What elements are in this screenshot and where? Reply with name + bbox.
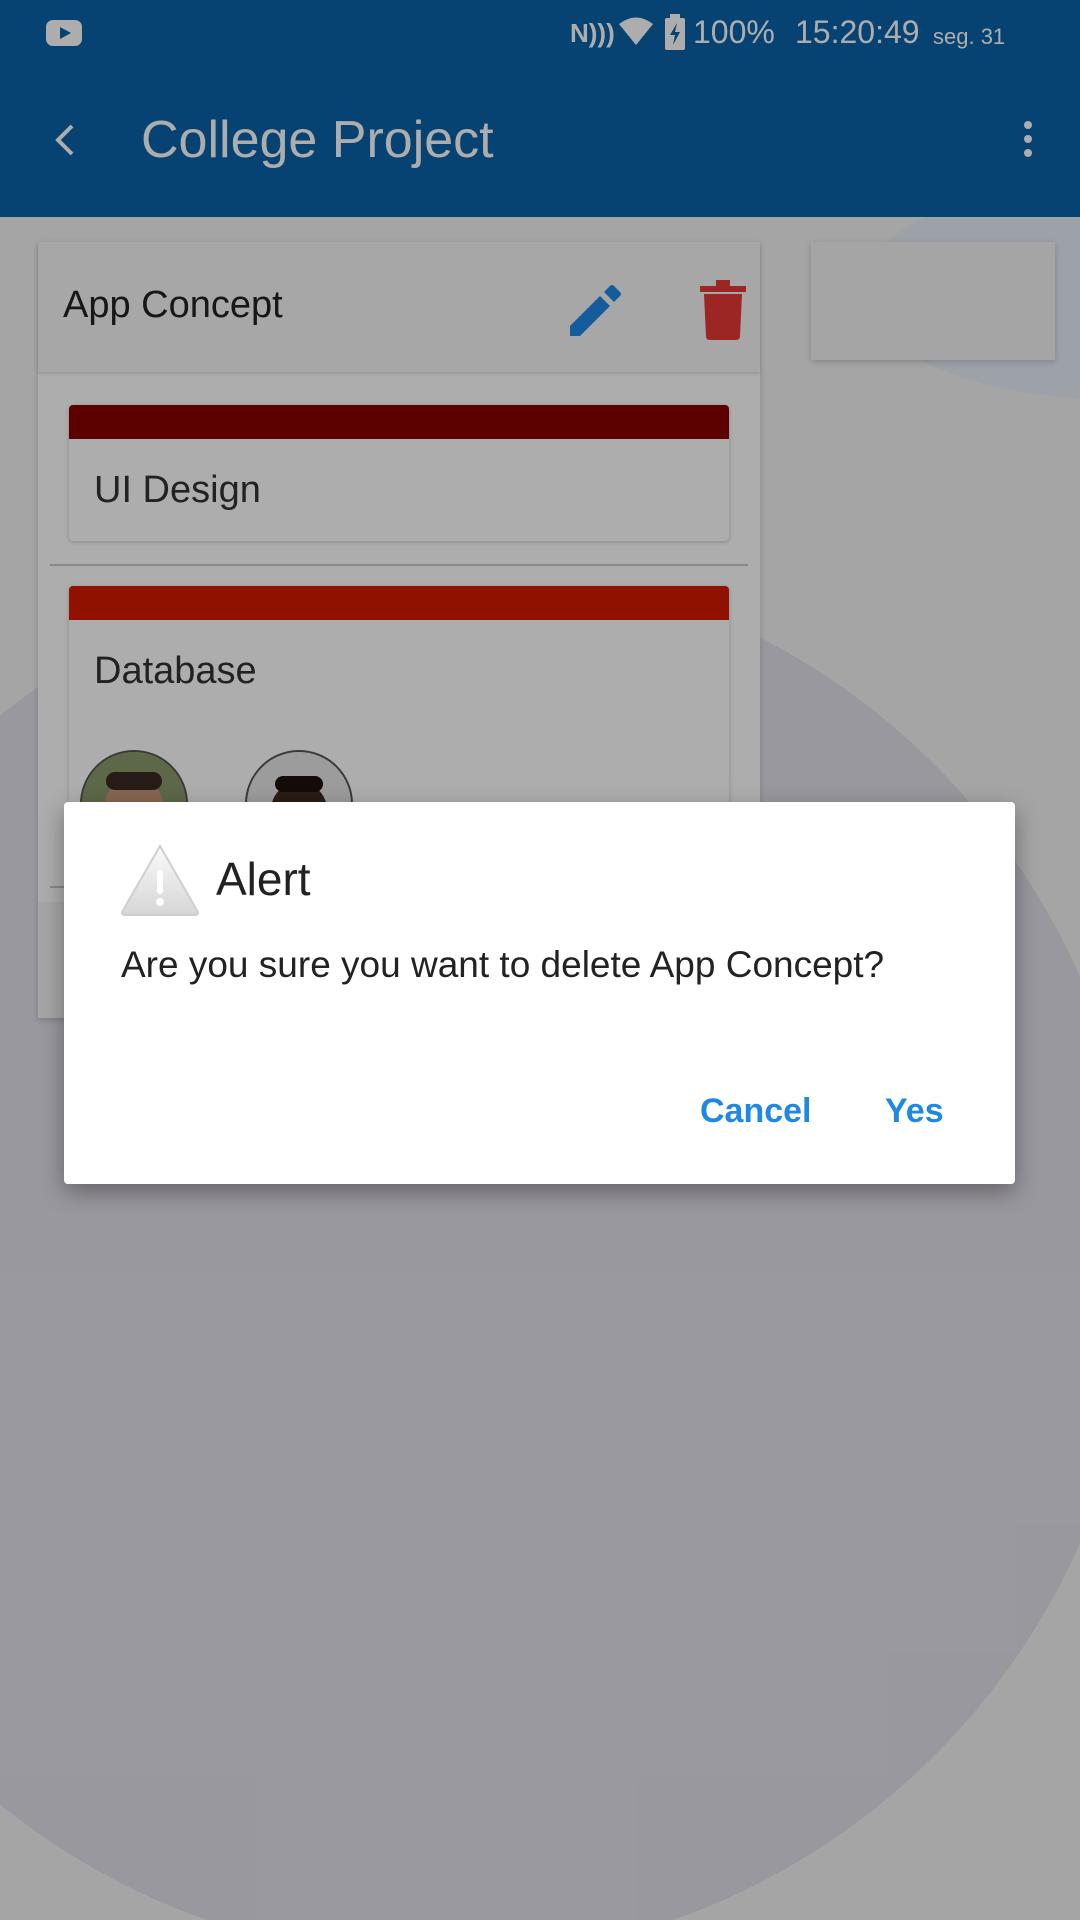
dialog-message: Are you sure you want to delete App Conc… xyxy=(121,944,885,985)
dialog-title: Alert xyxy=(216,853,311,905)
warning-icon xyxy=(120,844,200,916)
screen: N))) 100% 15:20:49 seg. 31 College Proje… xyxy=(0,0,1080,1920)
cancel-button[interactable]: Cancel xyxy=(700,1092,812,1131)
confirm-button[interactable]: Yes xyxy=(885,1092,944,1131)
alert-dialog: Alert Are you sure you want to delete Ap… xyxy=(64,802,1015,1184)
